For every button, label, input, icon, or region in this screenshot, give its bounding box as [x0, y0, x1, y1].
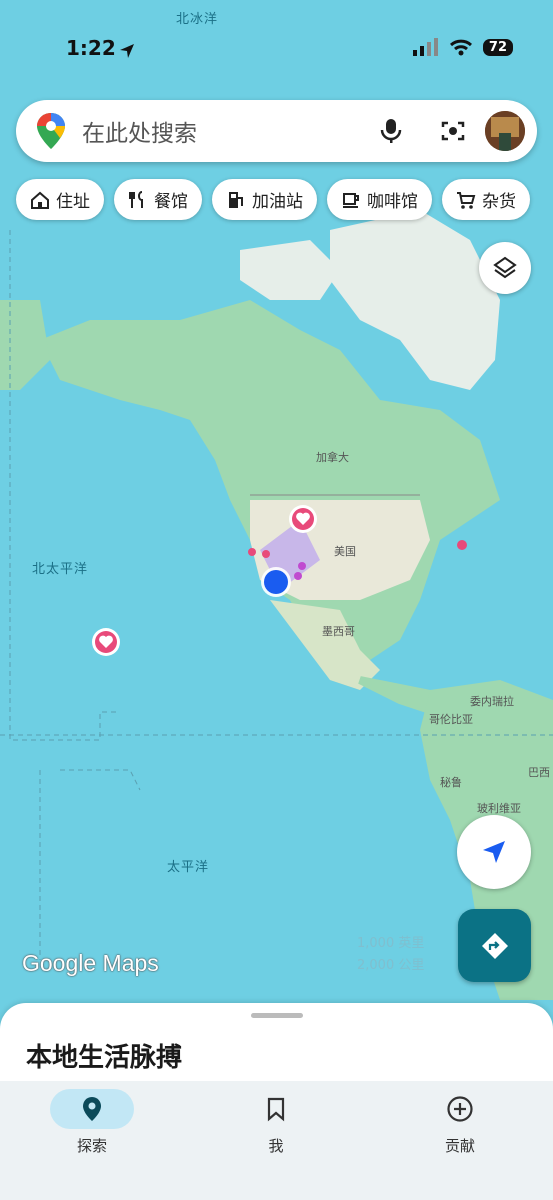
location-arrow-icon	[120, 44, 134, 58]
place-dot-east[interactable]	[457, 540, 467, 550]
cart-icon	[457, 191, 476, 209]
layers-button[interactable]	[479, 242, 531, 294]
chip-groceries[interactable]: 杂货	[442, 179, 530, 220]
nav-explore[interactable]: 探索	[37, 1089, 147, 1156]
wifi-icon	[449, 39, 472, 56]
avatar[interactable]	[485, 111, 525, 151]
favorite-pin-usa[interactable]	[288, 504, 318, 538]
directions-icon	[481, 932, 508, 959]
favorite-pin-pacific[interactable]	[91, 627, 121, 661]
location-pin-icon	[83, 1097, 101, 1121]
my-location-button[interactable]	[457, 815, 531, 889]
nav-label: 我	[268, 1137, 284, 1155]
signal-icon	[412, 38, 438, 56]
chip-label: 餐馆	[154, 192, 188, 212]
nav-contribute[interactable]: 贡献	[405, 1089, 515, 1156]
chip-label: 杂货	[482, 192, 516, 212]
map-scale: 1,000 英里 2,000 公里	[357, 933, 424, 977]
lens-camera-icon[interactable]	[439, 117, 467, 145]
status-time: 1:22	[66, 36, 116, 60]
directions-button[interactable]	[458, 909, 531, 982]
map-label-brazil: 巴西	[528, 766, 550, 779]
chip-label: 住址	[56, 192, 90, 212]
map-label-north-pacific: 北太平洋	[32, 562, 89, 577]
map-label-pacific: 太平洋	[167, 860, 210, 875]
nav-explore-pill	[50, 1089, 134, 1129]
map-label-canada: 加拿大	[316, 451, 349, 464]
nav-label: 探索	[76, 1137, 107, 1155]
current-location-dot	[264, 570, 288, 594]
add-circle-icon	[447, 1096, 473, 1122]
maps-logo-icon	[37, 113, 65, 149]
nav-you[interactable]: 我	[221, 1089, 331, 1156]
bottom-sheet[interactable]: 本地生活脉搏	[0, 1003, 553, 1081]
map-label-bolivia: 玻利维亚	[477, 802, 521, 815]
nav-you-pill	[234, 1089, 318, 1129]
nav-contribute-pill	[418, 1089, 502, 1129]
battery-indicator: 72	[482, 38, 513, 56]
scale-imperial: 1,000 英里	[357, 936, 425, 951]
map-label-usa: 美国	[334, 545, 356, 558]
home-icon	[31, 191, 49, 209]
bottom-navigation: 探索 我 贡献	[0, 1081, 553, 1200]
search-input[interactable]: 在此处搜索	[82, 114, 377, 148]
sheet-drag-handle[interactable]	[251, 1013, 303, 1018]
status-icons: 72	[412, 38, 513, 56]
scale-metric: 2,000 公里	[357, 958, 425, 973]
microphone-icon[interactable]	[377, 117, 405, 145]
map-label-mexico: 墨西哥	[322, 625, 355, 638]
chip-label: 加油站	[252, 192, 303, 212]
map-label-peru: 秘鲁	[440, 776, 462, 789]
map-label-colombia: 哥伦比亚	[429, 713, 473, 726]
navigation-arrow-icon	[483, 841, 505, 863]
map-label-venezuela: 委内瑞拉	[470, 695, 514, 708]
gas-station-icon	[229, 191, 243, 208]
chip-home[interactable]: 住址	[16, 179, 104, 220]
chip-gas-stations[interactable]: 加油站	[212, 179, 317, 220]
chip-restaurants[interactable]: 餐馆	[114, 179, 202, 220]
category-chips: 住址 餐馆 加油站 咖啡馆 杂货	[16, 179, 530, 220]
map-label-arctic-ocean: 北冰洋	[176, 12, 219, 27]
restaurant-icon	[129, 190, 143, 208]
layers-icon	[493, 256, 517, 279]
chip-label: 咖啡馆	[367, 192, 418, 212]
search-bar[interactable]: 在此处搜索	[16, 100, 537, 162]
sheet-title: 本地生活脉搏	[26, 1043, 183, 1073]
chip-coffee[interactable]: 咖啡馆	[327, 179, 432, 220]
google-maps-logo: Google Maps	[22, 950, 159, 976]
nav-label: 贡献	[444, 1137, 475, 1155]
coffee-icon	[343, 192, 359, 208]
bookmark-icon	[267, 1097, 285, 1122]
